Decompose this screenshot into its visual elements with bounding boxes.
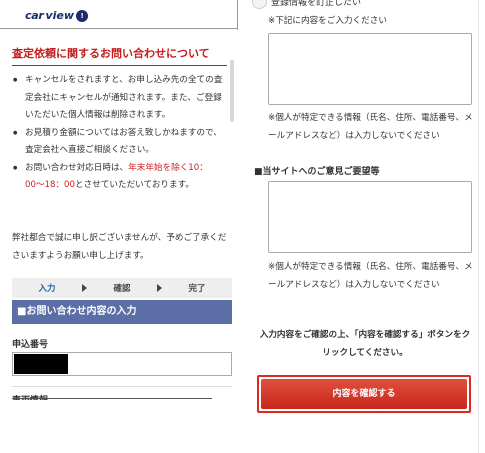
privacy-note: ※個人が特定できる情報（氏名、住所、電話番号、メールアドレスなど）は入力しないで… [268,113,473,141]
radio-label: 登録情報を訂正したい [271,0,362,8]
field-divider [12,386,232,387]
opinion-textarea[interactable] [268,181,472,253]
step-confirm: 確認 [113,284,131,294]
radio-button[interactable] [252,0,267,9]
list-item: お見積り金額についてはお答え致しかねますので、査定会社へ直接ご相談ください。 [12,125,226,160]
notice-list: キャンセルをされますと、お申し込み先の全ての査定会社にキャンセルが通知されます。… [12,72,226,195]
logo-text-car: car [25,9,44,22]
radio-option-correct-info[interactable]: 登録情報を訂正したい [252,0,361,9]
header-vertical-divider [237,0,238,30]
list-item-text: キャンセルをされますと、お申し込み先の全ての査定会社にキャンセルが通知されます。… [25,75,223,120]
site-header: car view ! [0,0,240,30]
list-item-text: とさせていただいております。 [75,180,194,190]
apology-notice: 弊社都合で誠に申し訳ございませんが、予めご了承くださいますようお願い申し上げます… [12,233,227,261]
list-item: キャンセルをされますと、お申し込み先の全ての査定会社にキャンセルが通知されます。… [12,72,226,125]
carview-logo[interactable]: car view ! [25,9,89,22]
confirm-button[interactable]: 内容を確認する [257,375,471,413]
form-section-header: ■お問い合わせ内容の入力 [12,300,232,324]
step-input: 入力 [38,284,56,294]
inquiry-textarea[interactable] [268,33,472,105]
list-item-text: お見積り金額についてはお答え致しかねますので、査定会社へ直接ご相談ください。 [25,127,222,156]
confirm-button-label: 内容を確認する [261,379,467,409]
cut-divider [12,398,212,399]
privacy-note-2: ※個人が特定できる情報（氏名、住所、電話番号、メールアドレスなど）は入力しないで… [268,262,473,290]
vehicle-info-label: 車両情報 [12,394,48,400]
left-panel: carview ! 査定依頼に関するお問い合わせについて キャンセルをされますと… [0,0,240,405]
enter-content-note: ※下記に内容をご入力ください [268,16,387,26]
opinion-heading: ■当サイトへのご意見ご要望等 [254,167,380,177]
right-panel: 登録情報を訂正したい ※下記に内容をご入力ください ※個人が特定できる情報（氏名… [252,0,485,415]
step-complete: 完了 [188,284,206,294]
redacted-value [14,354,68,374]
scrollbar[interactable] [230,60,234,122]
logo-text-view: view [45,9,75,22]
confirm-instruction: 入力内容をご確認の上、「内容を確認する」ボタンをクリックしてください。 [259,330,471,358]
progress-steps: 入力 確認 完了 [12,278,232,298]
page-edge-divider [478,0,479,453]
section-title: 査定依頼に関するお問い合わせについて [12,45,227,66]
application-number-field[interactable] [12,352,232,376]
list-item: お問い合わせ対応日時は、年末年始を除く10：00〜18：00とさせていただいてお… [12,160,226,195]
application-number-label: 申込番号 [12,340,49,350]
list-item-text: お問い合わせ対応日時は、 [25,162,129,173]
logo-badge-icon: ! [76,9,89,22]
header-divider [0,28,238,29]
